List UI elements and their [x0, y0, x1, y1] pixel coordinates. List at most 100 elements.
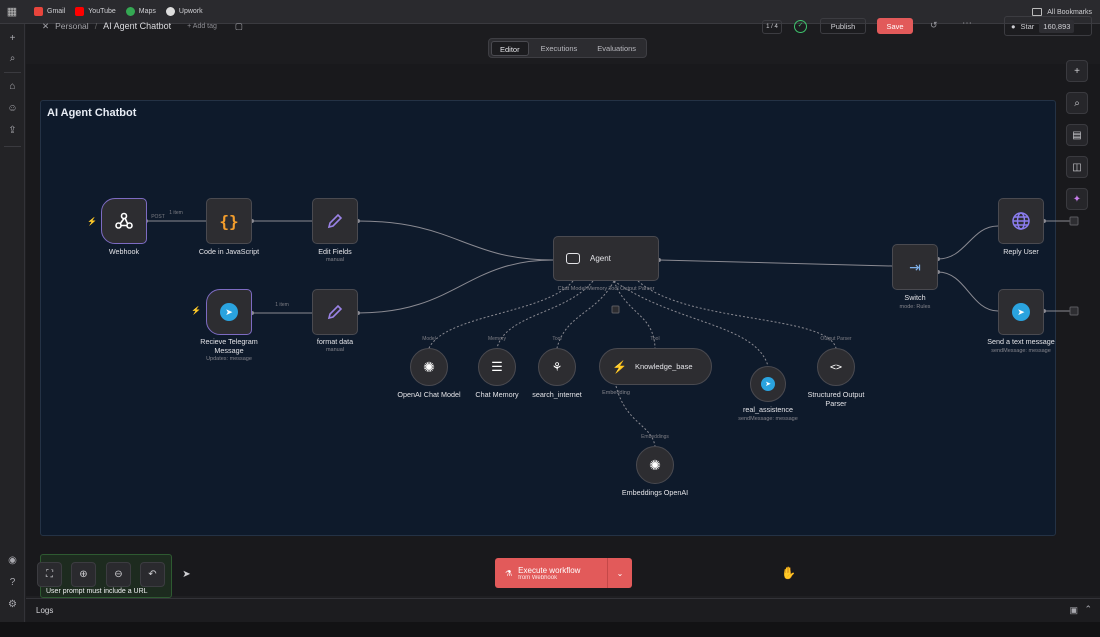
version-indicator[interactable]: 1 / 4	[762, 20, 782, 34]
history-icon[interactable]: ↺	[930, 20, 938, 31]
upwork-icon	[165, 7, 175, 16]
code-braces-icon: {}	[219, 211, 239, 231]
node-label: Code in JavaScript	[198, 247, 260, 256]
sitemap-icon: ⚘	[551, 360, 563, 374]
node-openai-chat[interactable]: ✺	[410, 348, 448, 386]
node-label: search_internet	[532, 390, 582, 399]
edge-label-embeddings: Embeddings	[641, 434, 669, 440]
node-format-data[interactable]	[312, 289, 358, 335]
help-icon[interactable]: ?	[6, 576, 19, 589]
edge-label-tool: Tool	[650, 336, 660, 342]
settings-icon[interactable]: ⚙	[6, 598, 19, 611]
node-subtitle: sendMessage: message	[738, 416, 798, 422]
bookmark-youtube[interactable]: YouTube	[75, 7, 116, 16]
github-star-button[interactable]: ● Star 160,893	[1004, 16, 1092, 36]
node-agent[interactable]: Agent	[553, 236, 659, 281]
telegram-icon: ➤	[220, 303, 238, 321]
node-subtitle: manual	[325, 347, 345, 353]
port-embedding-label: Embedding	[602, 390, 630, 396]
plus-icon[interactable]: +	[6, 32, 19, 45]
pencil-icon	[327, 304, 343, 320]
folder-icon	[1032, 8, 1043, 16]
chevron-up-icon[interactable]: ⌃	[1084, 604, 1092, 615]
node-chat-memory[interactable]: ☰	[478, 348, 516, 386]
node-edit-fields[interactable]	[312, 198, 358, 244]
gmail-icon	[34, 7, 43, 16]
edge-label-tool: Tool	[552, 336, 562, 342]
node-subtitle: sendMessage: message	[991, 348, 1051, 354]
zoom-in-button[interactable]: ⊕	[71, 562, 96, 587]
add-tag-button[interactable]: + Add tag	[187, 23, 217, 30]
divider	[4, 72, 21, 73]
node-switch[interactable]: ⇥	[892, 244, 938, 290]
node-send-text[interactable]: ➤	[998, 289, 1044, 335]
bookmark-upwork[interactable]: Upwork	[165, 7, 203, 16]
node-real-assistence[interactable]: ➤	[750, 366, 786, 402]
robot-icon	[566, 253, 580, 264]
breadcrumb-personal[interactable]: Personal	[55, 21, 89, 31]
user-icon[interactable]: ☺	[6, 102, 19, 115]
node-webhook[interactable]	[101, 198, 147, 244]
edge-edit-agent	[357, 220, 554, 261]
edge-format-agent	[357, 259, 554, 314]
node-label: real_assistence	[743, 405, 793, 414]
zoom-out-button[interactable]: ⊖	[106, 562, 131, 587]
workflow-title[interactable]: AI Agent Chatbot	[103, 21, 171, 31]
tab-evaluations[interactable]: Evaluations	[589, 41, 644, 56]
apps-grid-icon[interactable]: ▦	[0, 0, 24, 24]
node-reply-user[interactable]	[998, 198, 1044, 244]
node-subtitle: manual	[325, 257, 345, 263]
globe-icon	[1012, 212, 1030, 230]
share-icon[interactable]: ⇪	[6, 124, 19, 137]
edge-output-parser	[637, 280, 837, 349]
divider	[4, 146, 21, 147]
execute-workflow-button[interactable]: ⚗ Execute workflow from Webhook	[495, 558, 607, 588]
edge-label-output-parser: Output Parser	[820, 336, 852, 342]
save-button[interactable]: Save	[877, 18, 913, 34]
node-label: Webhook	[108, 247, 140, 256]
more-icon[interactable]: ⋯	[962, 18, 972, 29]
prompt-warning: User prompt must include a URL	[46, 588, 148, 595]
expand-panel-icon[interactable]: ▣	[1069, 605, 1078, 616]
node-label: Structured Output Parser	[807, 390, 865, 408]
database-icon[interactable]: ◉	[6, 554, 19, 567]
telegram-icon: ➤	[761, 377, 775, 391]
node-search-internet[interactable]: ⚘	[538, 348, 576, 386]
chevron-down-icon[interactable]: ⌄	[607, 558, 632, 588]
left-rail: + ⌕ ⌂ ☺ ⇪ ◉ ? ⚙	[0, 24, 25, 637]
close-icon[interactable]: ✕	[42, 21, 49, 32]
archive-icon[interactable]: ▢	[235, 21, 243, 32]
bookmark-maps[interactable]: Maps	[125, 7, 156, 16]
bookmark-gmail[interactable]: Gmail	[34, 7, 65, 16]
home-icon[interactable]: ⌂	[6, 80, 19, 93]
ai-assistant-button[interactable]: ✦	[1066, 188, 1088, 210]
search-nodes-button[interactable]: ⌕	[1066, 92, 1088, 114]
add-node-button[interactable]: +	[1066, 60, 1088, 82]
node-telegram-trigger[interactable]: ➤	[206, 289, 252, 335]
node-structured-parser[interactable]: <>	[817, 348, 855, 386]
publish-button[interactable]: Publish	[820, 18, 866, 34]
node-embeddings-openai[interactable]: ✺	[636, 446, 674, 484]
tab-editor[interactable]: Editor	[491, 40, 529, 56]
youtube-icon	[75, 7, 85, 16]
sticky-note-button[interactable]: ▤	[1066, 124, 1088, 146]
pointer-tool-button[interactable]: ➤	[174, 562, 199, 587]
fit-view-button[interactable]: ⛶	[37, 562, 62, 587]
node-label: Switch	[904, 293, 926, 302]
tab-executions[interactable]: Executions	[533, 41, 586, 56]
bottom-strip	[0, 622, 1100, 637]
trigger-bolt-icon: ⚡	[87, 217, 97, 226]
flask-icon: ⚗	[505, 568, 513, 578]
edge-label-item: 1 item	[169, 210, 183, 216]
panel-toggle-button[interactable]: ◫	[1066, 156, 1088, 178]
logs-panel[interactable]: Logs ▣ ⌃	[26, 598, 1100, 622]
webhook-icon	[115, 212, 133, 229]
workflow-canvas[interactable]: AI Agent Chatbot POST 1 item 1 item Mode…	[26, 60, 1100, 598]
node-knowledge-base[interactable]: ⚡ Knowledge_base	[599, 348, 712, 385]
search-icon[interactable]: ⌕	[6, 52, 19, 65]
node-label: Chat Memory	[475, 390, 519, 399]
node-code[interactable]: {}	[206, 198, 252, 244]
edge-label-item: 1 item	[275, 302, 289, 308]
undo-button[interactable]: ↶	[140, 562, 165, 587]
openai-icon: ✺	[649, 456, 661, 473]
